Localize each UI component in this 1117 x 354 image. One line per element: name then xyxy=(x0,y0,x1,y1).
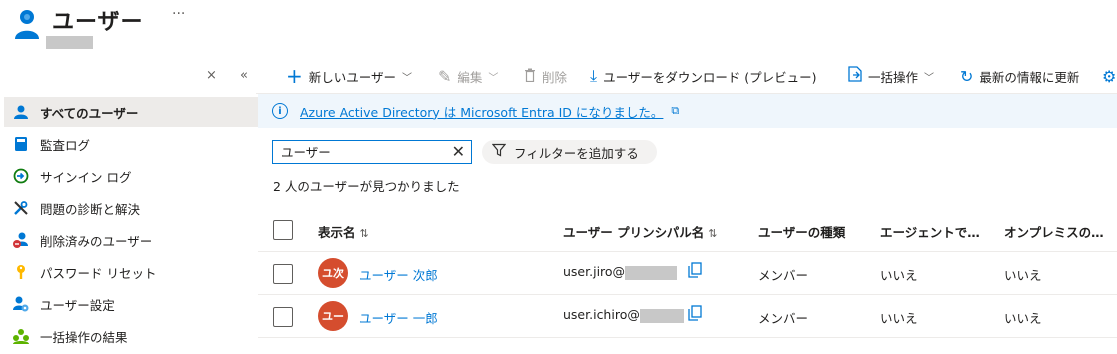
column-header-display-name[interactable]: 表示名 ⇅ xyxy=(318,222,369,241)
user-icon xyxy=(15,10,39,39)
select-all-checkbox[interactable] xyxy=(273,220,293,240)
sidebar-item-deleted-users[interactable]: 削除済みのユーザー xyxy=(4,225,258,255)
agent-value: いいえ xyxy=(880,311,918,326)
column-header-agent[interactable]: エージェントで… xyxy=(880,222,980,241)
chevron-down-icon: ﹀ xyxy=(488,72,499,84)
row-checkbox[interactable] xyxy=(273,307,293,327)
sign-in-icon xyxy=(12,167,30,185)
redacted-tenant-name xyxy=(46,36,93,49)
redacted-domain xyxy=(625,265,678,280)
user-upn: user.jiro@ xyxy=(563,264,678,280)
avatar: ユー xyxy=(318,301,348,331)
user-type: メンバー xyxy=(758,268,809,283)
add-filter-button[interactable]: フィルターを追加する xyxy=(482,140,657,164)
sidebar-item-label: 問題の診断と解決 xyxy=(40,201,141,217)
row-divider xyxy=(258,294,1117,295)
user-type: メンバー xyxy=(758,311,809,326)
info-banner: i Azure Active Directory は Microsoft Ent… xyxy=(258,94,1117,128)
book-icon xyxy=(12,135,30,153)
page-title: ユーザー xyxy=(52,10,144,35)
download-users-button[interactable]: ⤓ ユーザーをダウンロード (プレビュー) xyxy=(590,66,817,86)
sidebar-item-label: 一括操作の結果 xyxy=(40,329,128,345)
entra-id-link[interactable]: Azure Active Directory は Microsoft Entra… xyxy=(300,102,663,121)
chevron-down-icon: ﹀ xyxy=(924,72,935,84)
column-header-onprem[interactable]: オンプレミスの… xyxy=(1004,222,1104,241)
sidebar-item-user-settings[interactable]: ユーザー設定 xyxy=(4,289,258,319)
user-name-link[interactable]: ユーザー 一郎 xyxy=(359,308,438,327)
sidebar-item-diagnose[interactable]: 問題の診断と解決 xyxy=(4,193,258,223)
sidebar-item-all-users[interactable]: すべてのユーザー xyxy=(4,97,258,127)
sidebar-item-label: パスワード リセット xyxy=(40,265,157,281)
row-divider xyxy=(258,251,1117,252)
download-icon: ⤓ xyxy=(590,66,598,85)
sidebar-item-sign-in-logs[interactable]: サインイン ログ xyxy=(4,161,258,191)
sidebar-item-audit-logs[interactable]: 監査ログ xyxy=(4,129,258,159)
bulk-results-icon xyxy=(12,327,30,345)
bulk-document-icon xyxy=(848,66,862,86)
user-icon xyxy=(12,103,30,121)
bulk-operations-button[interactable]: 一括操作 ﹀ xyxy=(848,66,934,86)
edit-button[interactable]: ✎ 編集 ﹀ xyxy=(438,66,498,86)
close-icon[interactable]: × xyxy=(206,68,217,83)
new-user-button[interactable]: + 新しいユーザー ﹀ xyxy=(286,64,413,88)
wrench-icon xyxy=(12,199,30,217)
plus-icon: + xyxy=(286,64,303,88)
sidebar-item-label: すべてのユーザー xyxy=(40,105,139,121)
copy-icon[interactable] xyxy=(688,262,702,282)
sort-icon: ⇅ xyxy=(708,227,718,240)
more-options-icon[interactable]: ··· xyxy=(172,6,185,22)
sidebar-item-bulk-results[interactable]: 一括操作の結果 xyxy=(4,321,258,351)
search-box[interactable]: ✕ xyxy=(272,140,472,164)
column-header-user-type[interactable]: ユーザーの種類 xyxy=(758,222,845,241)
refresh-button[interactable]: ↻ 最新の情報に更新 xyxy=(960,66,1079,86)
chevron-down-icon: ﹀ xyxy=(402,72,413,84)
settings-gear-icon[interactable]: ⚙ xyxy=(1102,66,1117,86)
agent-value: いいえ xyxy=(880,268,918,283)
refresh-icon: ↻ xyxy=(960,66,974,86)
trash-icon xyxy=(524,67,536,86)
delete-button[interactable]: 削除 xyxy=(524,66,567,86)
search-input[interactable] xyxy=(273,141,441,161)
row-divider xyxy=(258,337,1117,338)
column-header-upn[interactable]: ユーザー プリンシパル名 ⇅ xyxy=(563,222,717,241)
user-delete-icon xyxy=(12,231,30,249)
key-icon xyxy=(12,263,30,281)
sidebar-item-label: 監査ログ xyxy=(40,137,91,153)
row-checkbox[interactable] xyxy=(273,264,293,284)
copy-icon[interactable] xyxy=(688,305,702,325)
avatar: ユ次 xyxy=(318,258,348,288)
collapse-sidebar-icon[interactable]: « xyxy=(240,68,248,83)
sort-icon: ⇅ xyxy=(359,227,369,240)
user-name-link[interactable]: ユーザー 次郎 xyxy=(359,265,438,284)
sidebar-item-label: 削除済みのユーザー xyxy=(40,233,153,249)
onprem-value: いいえ xyxy=(1004,311,1042,326)
user-upn: user.ichiro@ xyxy=(563,307,684,323)
sidebar-item-label: サインイン ログ xyxy=(40,169,132,185)
filter-icon xyxy=(491,143,507,161)
external-link-icon[interactable]: ⧉ xyxy=(671,104,679,118)
clear-search-icon[interactable]: ✕ xyxy=(452,142,465,161)
user-settings-icon xyxy=(12,295,30,313)
result-count: 2 人のユーザーが見つかりました xyxy=(273,179,460,194)
sidebar-item-password-reset[interactable]: パスワード リセット xyxy=(4,257,258,287)
redacted-domain xyxy=(639,308,684,323)
onprem-value: いいえ xyxy=(1004,268,1042,283)
info-icon: i xyxy=(272,103,288,119)
pencil-icon: ✎ xyxy=(438,66,452,86)
sidebar-item-label: ユーザー設定 xyxy=(40,297,115,313)
